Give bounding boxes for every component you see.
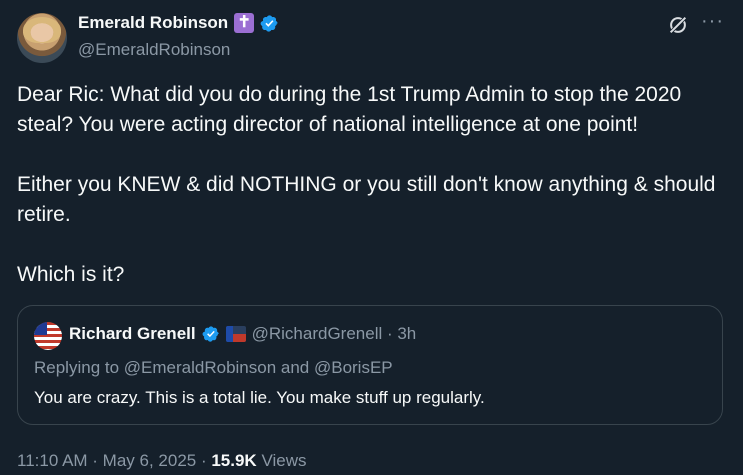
cross-emoji-badge: ✝: [234, 13, 255, 33]
verified-badge-icon[interactable]: [260, 14, 279, 33]
views-label: Views: [256, 451, 307, 470]
flag-badge-icon: [225, 326, 246, 342]
tweet-paragraph-3: Which is it?: [17, 263, 125, 286]
quoted-tweet-card[interactable]: Richard Grenell @RichardGrenell · 3h Rep…: [17, 305, 723, 425]
quoted-author-avatar[interactable]: [34, 322, 62, 350]
author-avatar[interactable]: [17, 13, 67, 63]
quoted-display-name[interactable]: Richard Grenell: [69, 324, 196, 344]
tweet-paragraph-2: Either you KNEW & did NOTHING or you sti…: [17, 173, 716, 226]
tweet-paragraph-1: Dear Ric: What did you do during the 1st…: [17, 83, 682, 136]
author-display-name[interactable]: Emerald Robinson: [78, 13, 228, 33]
tweet-body: Dear Ric: What did you do during the 1st…: [17, 80, 727, 320]
tweet-meta: 11:10 AM · May 6, 2025 · 15.9K Views: [17, 451, 306, 471]
more-options-icon[interactable]: ···: [701, 10, 724, 33]
author-name-row: Emerald Robinson ✝: [78, 13, 279, 33]
grok-icon[interactable]: [667, 14, 689, 36]
quoted-text: You are crazy. This is a total lie. You …: [34, 388, 485, 407]
timestamp[interactable]: 11:10 AM · May 6, 2025 ·: [17, 451, 211, 470]
quoted-replying-to: Replying to @EmeraldRobinson and @BorisE…: [34, 358, 393, 377]
author-handle[interactable]: @EmeraldRobinson: [78, 40, 230, 60]
quoted-header: Richard Grenell @RichardGrenell · 3h: [69, 324, 416, 344]
quoted-handle-time[interactable]: @RichardGrenell · 3h: [252, 324, 417, 344]
views-count: 15.9K: [211, 451, 257, 470]
quoted-verified-badge-icon: [202, 326, 219, 342]
